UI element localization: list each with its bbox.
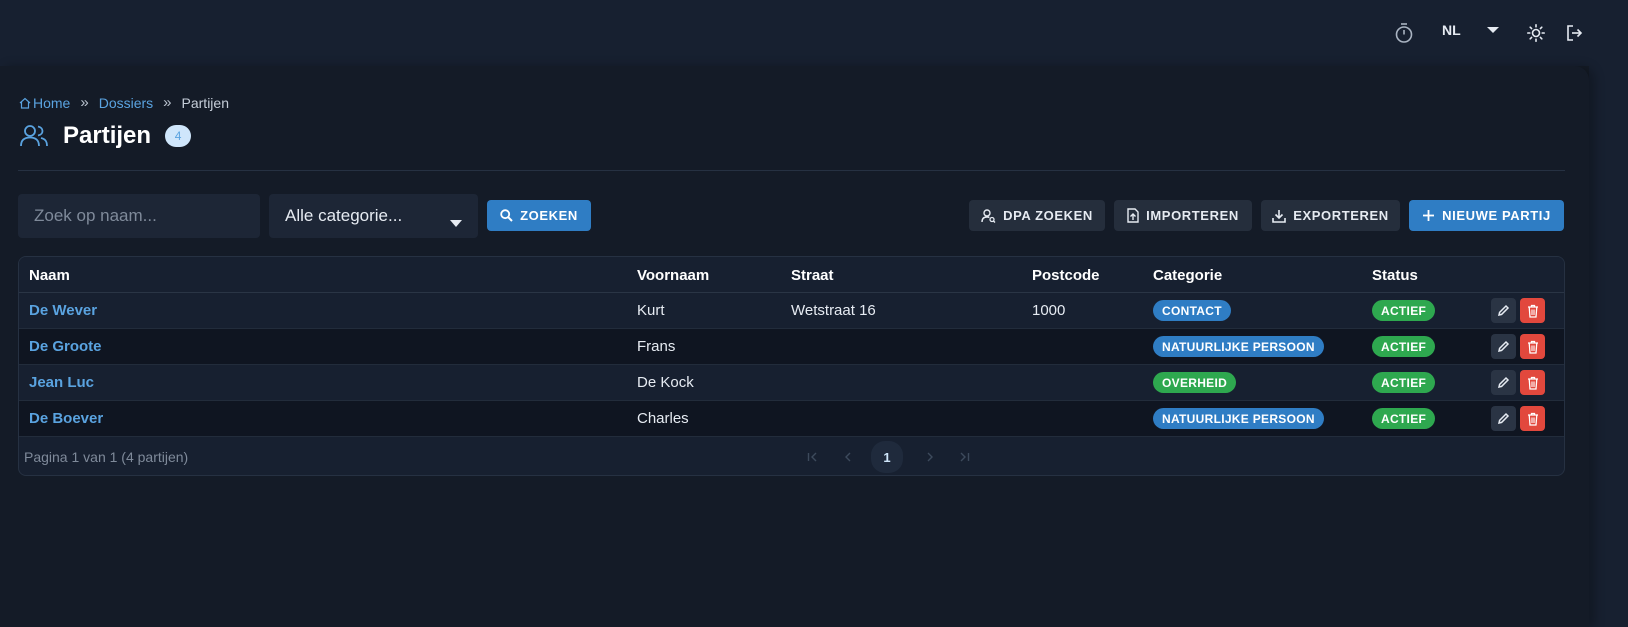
plus-icon <box>1422 209 1435 222</box>
trash-icon <box>1527 376 1539 390</box>
first-name-cell: Frans <box>637 338 676 355</box>
breadcrumb-dossiers[interactable]: Dossiers <box>99 95 153 111</box>
edit-button[interactable] <box>1491 334 1516 359</box>
delete-button[interactable] <box>1520 370 1545 395</box>
category-select[interactable]: Alle categorie... <box>269 194 478 238</box>
last-page-icon[interactable] <box>950 443 978 471</box>
party-name-link[interactable]: De Wever <box>29 302 97 319</box>
first-name-cell: Kurt <box>637 302 665 319</box>
edit-button[interactable] <box>1491 406 1516 431</box>
next-page-icon[interactable] <box>916 443 944 471</box>
right-strip <box>1589 66 1628 627</box>
language-selector[interactable]: NL <box>1442 22 1461 38</box>
column-header-voornaam[interactable]: Voornaam <box>637 267 709 284</box>
status-badge: ACTIEF <box>1372 372 1436 393</box>
first-name-cell: De Kock <box>637 374 694 391</box>
status-badge: ACTIEF <box>1372 408 1436 429</box>
download-icon <box>1272 209 1287 223</box>
edit-button[interactable] <box>1491 298 1516 323</box>
delete-button[interactable] <box>1520 334 1545 359</box>
pagination-info: Pagina 1 van 1 (4 partijen) <box>24 449 189 465</box>
table-footer: Pagina 1 van 1 (4 partijen) 1 <box>19 437 1564 475</box>
export-label: EXPORTEREN <box>1293 208 1389 223</box>
page-header: Partijen 4 <box>19 122 192 150</box>
status-badge: ACTIEF <box>1372 336 1436 357</box>
user-search-icon <box>981 208 996 223</box>
breadcrumb: Home » Dossiers » Partijen <box>19 94 229 111</box>
column-header-categorie[interactable]: Categorie <box>1153 267 1222 284</box>
new-party-label: NIEUWE PARTIJ <box>1442 208 1551 223</box>
import-label: IMPORTEREN <box>1146 208 1239 223</box>
first-page-icon[interactable] <box>799 443 827 471</box>
category-badge: OVERHEID <box>1153 372 1237 393</box>
first-name-cell: Charles <box>637 410 689 427</box>
status-badge: ACTIEF <box>1372 300 1436 321</box>
category-badge: CONTACT <box>1153 300 1231 321</box>
count-badge: 4 <box>165 125 192 147</box>
breadcrumb-separator: » <box>80 94 89 111</box>
search-button[interactable]: ZOEKEN <box>487 200 591 231</box>
export-button[interactable]: EXPORTEREN <box>1261 200 1400 231</box>
page-button-current[interactable]: 1 <box>871 441 903 473</box>
trash-icon <box>1527 340 1539 354</box>
file-import-icon <box>1127 208 1139 223</box>
trash-icon <box>1527 304 1539 318</box>
pencil-icon <box>1497 304 1510 317</box>
search-button-label: ZOEKEN <box>520 208 578 223</box>
category-badge: NATUURLIJKE PERSOON <box>1153 408 1324 429</box>
party-name-link[interactable]: De Boever <box>29 410 103 427</box>
dpa-search-label: DPA ZOEKEN <box>1003 208 1093 223</box>
category-select-value: Alle categorie... <box>285 206 403 225</box>
logout-icon[interactable] <box>1565 24 1583 42</box>
edit-button[interactable] <box>1491 370 1516 395</box>
search-input[interactable] <box>18 194 260 238</box>
table-header: Naam Voornaam Straat Postcode Categorie … <box>19 257 1564 293</box>
home-icon <box>19 97 31 109</box>
users-icon <box>19 124 49 148</box>
category-badge: NATUURLIJKE PERSOON <box>1153 336 1324 357</box>
table-row: De Boever Charles NATUURLIJKE PERSOON AC… <box>19 401 1564 437</box>
breadcrumb-home[interactable]: Home <box>33 95 70 111</box>
breadcrumb-separator: » <box>163 94 172 111</box>
dpa-search-button[interactable]: DPA ZOEKEN <box>969 200 1105 231</box>
breadcrumb-current: Partijen <box>181 94 229 111</box>
timer-icon[interactable] <box>1393 22 1415 44</box>
table-row: Jean Luc De Kock OVERHEID ACTIEF <box>19 365 1564 401</box>
top-bar <box>0 0 1628 66</box>
trash-icon <box>1527 412 1539 426</box>
import-button[interactable]: IMPORTEREN <box>1114 200 1252 231</box>
party-name-link[interactable]: Jean Luc <box>29 374 94 391</box>
column-header-naam[interactable]: Naam <box>29 267 70 284</box>
previous-page-icon[interactable] <box>834 443 862 471</box>
chevron-down-icon <box>450 212 462 232</box>
page-title: Partijen <box>63 122 152 149</box>
sun-icon[interactable] <box>1527 24 1545 42</box>
pencil-icon <box>1497 340 1510 353</box>
table-row: De Wever Kurt Wetstraat 16 1000 CONTACT … <box>19 293 1564 329</box>
pencil-icon <box>1497 412 1510 425</box>
column-header-status[interactable]: Status <box>1372 267 1418 284</box>
search-icon <box>500 209 513 222</box>
chevron-down-icon[interactable] <box>1486 26 1500 34</box>
pencil-icon <box>1497 376 1510 389</box>
new-party-button[interactable]: NIEUWE PARTIJ <box>1409 200 1564 231</box>
table-row: De Groote Frans NATUURLIJKE PERSOON ACTI… <box>19 329 1564 365</box>
column-header-postcode[interactable]: Postcode <box>1032 267 1100 284</box>
column-header-straat[interactable]: Straat <box>791 267 834 284</box>
delete-button[interactable] <box>1520 406 1545 431</box>
delete-button[interactable] <box>1520 298 1545 323</box>
postcode-cell: 1000 <box>1032 302 1066 319</box>
header-divider <box>18 170 1565 171</box>
street-cell: Wetstraat 16 <box>791 302 876 319</box>
parties-table: Naam Voornaam Straat Postcode Categorie … <box>18 256 1565 476</box>
party-name-link[interactable]: De Groote <box>29 338 102 355</box>
